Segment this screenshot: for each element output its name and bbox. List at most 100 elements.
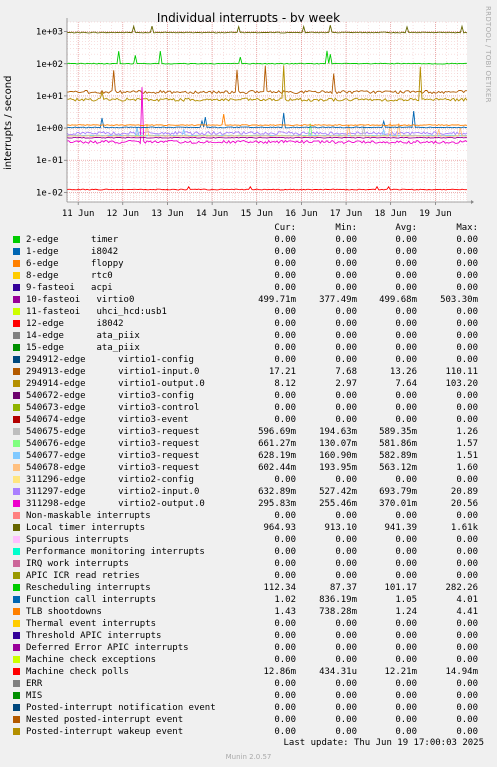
legend-avg: 0.00 [395,511,417,521]
legend-avg: 0.00 [395,679,417,689]
legend-max: 0.00 [456,475,478,485]
legend-avg: 0.00 [395,403,417,413]
legend-swatch [13,248,20,255]
legend-swatch [13,692,20,699]
legend-max: 0.00 [456,511,478,521]
legend-avg: 693.79m [379,487,417,497]
legend-cur: 0.00 [274,403,296,413]
x-tick-label: 18 Jun [374,209,407,219]
legend-cur: 1.02 [274,595,296,605]
legend-row: Local timer interrupts 964.93 913.10 941.39… [0,522,497,534]
legend-row: Performance monitoring interrupts 0.00 0.0… [0,546,497,558]
legend-label: 311297-edge virtio2-input.0 [26,487,200,497]
legend-row: Threshold APIC interrupts 0.00 0.00 0.00 0.0… [0,630,497,642]
legend-avg: 0.00 [395,331,417,341]
legend-max: 0.00 [456,571,478,581]
legend-max: 110.11 [445,367,478,377]
legend-avg: 0.00 [395,283,417,293]
legend-max: 20.89 [450,487,478,497]
legend-label: 15-edge ata_piix [26,343,140,353]
legend-label: Function call interrupts [26,595,157,605]
legend-row: Thermal event interrupts 0.00 0.00 0.00 0.00 [0,618,497,630]
legend-max: 0.00 [456,307,478,317]
legend-max: 20.56 [450,499,478,509]
legend-row: 540674-edge virtio3-event 0.00 0.00 0.00 0.0… [0,414,497,426]
legend-max: 0.00 [456,691,478,701]
legend-max: 0.00 [456,343,478,353]
x-tick-label: 13 Jun [151,209,184,219]
legend-swatch [13,320,20,327]
plot-area [67,22,467,202]
legend-row: 540673-edge virtio3-control 0.00 0.00 0.00 0… [0,402,497,414]
legend-swatch [13,392,20,399]
legend-avg: 0.00 [395,655,417,665]
x-tick-label: 11 Jun [62,209,95,219]
legend-row: MIS 0.00 0.00 0.00 0.00 [0,690,497,702]
legend-cur: 964.93 [263,523,296,533]
legend-row: 2-edge timer 0.00 0.00 0.00 0.00 [0,234,497,246]
legend-label: Nested posted-interrupt event [26,715,184,725]
legend-swatch [13,356,20,363]
legend-cur: 632.89m [258,487,296,497]
legend-label: 11-fasteoi uhci_hcd:usb1 [26,307,167,317]
legend-cur: 0.00 [274,355,296,365]
legend-avg: 0.00 [395,547,417,557]
legend-row: 8-edge rtc0 0.00 0.00 0.00 0.00 [0,270,497,282]
legend-label: 294914-edge virtio1-output.0 [26,379,205,389]
x-tick-label: 16 Jun [285,209,318,219]
legend-row: ERR 0.00 0.00 0.00 0.00 [0,678,497,690]
legend-swatch [13,704,20,711]
legend-avg: 1.24 [395,607,417,617]
legend-label: 540675-edge virtio3-request [26,427,200,437]
legend-avg: 582.89m [379,451,417,461]
legend-max: 0.00 [456,319,478,329]
legend-swatch [13,452,20,459]
legend-row: 294914-edge virtio1-output.0 8.12 2.97 7.64… [0,378,497,390]
legend-label: Thermal event interrupts [26,619,157,629]
legend-avg: 0.00 [395,415,417,425]
legend-swatch [13,272,20,279]
legend-label: Performance monitoring interrupts [26,547,205,557]
legend-cur: 0.00 [274,331,296,341]
legend-cur: 628.19m [258,451,296,461]
legend-cur: 0.00 [274,535,296,545]
y-tick-label: 1e-02 [36,188,63,198]
legend-swatch [13,608,20,615]
legend-swatch [13,236,20,243]
legend: Cur: Min: Avg: Max: 2-edge timer 0.00 0.00… [0,222,497,738]
legend-header-max: Max: [456,223,478,233]
legend-row: 14-edge ata_piix 0.00 0.00 0.00 0.00 [0,330,497,342]
legend-label: 6-edge floppy [26,259,124,269]
legend-swatch [13,620,20,627]
legend-label: IRQ work interrupts [26,559,129,569]
legend-max: 0.00 [456,559,478,569]
legend-max: 14.94m [445,667,478,677]
legend-cur: 12.86m [263,667,296,677]
legend-cur: 0.00 [274,511,296,521]
legend-avg: 0.00 [395,559,417,569]
legend-avg: 0.00 [395,391,417,401]
legend-label: ERR [26,679,43,689]
legend-max: 0.00 [456,271,478,281]
legend-avg: 0.00 [395,691,417,701]
legend-swatch [13,380,20,387]
legend-swatch [13,344,20,351]
legend-max: 1.57 [456,439,478,449]
legend-label: 12-edge i8042 [26,319,124,329]
legend-label: 1-edge i8042 [26,247,119,257]
legend-cur: 0.00 [274,691,296,701]
legend-cur: 0.00 [274,715,296,725]
legend-row: TLB shootdowns 1.43 738.28m 1.24 4.41 [0,606,497,618]
x-tick-label: 12 Jun [107,209,140,219]
legend-max: 4.41 [456,607,478,617]
legend-row: 540677-edge virtio3-request 628.19m 160.90… [0,450,497,462]
legend-label: Machine check polls [26,667,129,677]
legend-avg: 581.86m [379,439,417,449]
legend-row: Machine check polls 12.86m 434.31u 12.21m 14… [0,666,497,678]
legend-row: 10-fasteoi virtio0 499.71m 377.49m 499.68m 5… [0,294,497,306]
legend-cur: 661.27m [258,439,296,449]
legend-label: MIS [26,691,43,701]
legend-avg: 0.00 [395,259,417,269]
legend-label: Rescheduling interrupts [26,583,151,593]
y-tick-label: 1e+02 [36,60,63,70]
